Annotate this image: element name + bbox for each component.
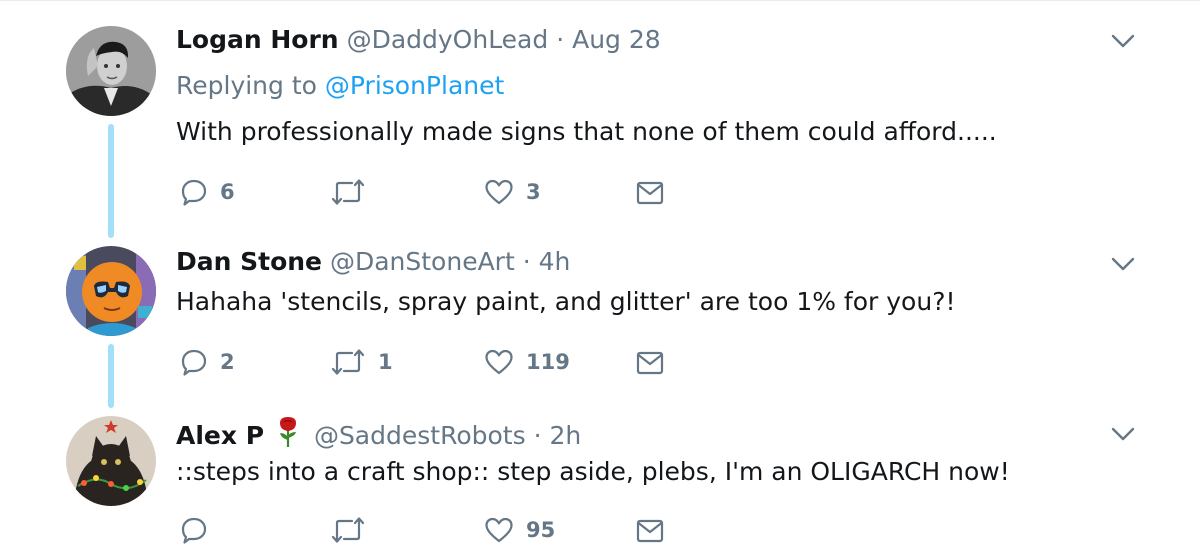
separator: · [556,25,565,54]
like-count: 119 [526,350,570,374]
reply-count: 6 [220,180,235,204]
timestamp[interactable]: 4h [539,247,571,276]
dm-icon [636,351,664,375]
reply-icon [181,179,207,206]
dm-icon [636,519,664,543]
chevron-down-icon[interactable] [1110,426,1136,442]
tweet-3[interactable]: Alex P @SaddestRobots · 2h ::steps into … [0,410,1200,560]
chevron-down-icon[interactable] [1110,256,1136,272]
like-count: 95 [526,518,556,542]
timestamp[interactable]: 2h [549,421,581,450]
separator: · [533,421,542,450]
display-name[interactable]: Alex P [176,421,264,450]
like-button[interactable]: 3 [484,178,541,206]
tweet-text: ::steps into a craft shop:: step aside, … [176,457,1010,486]
like-icon [485,349,513,375]
reply-icon [181,349,207,376]
avatar[interactable] [66,246,156,336]
dm-button[interactable] [636,180,664,206]
dm-button[interactable] [636,518,664,544]
retweet-icon [331,349,365,375]
handle[interactable]: @DaddyOhLead [347,25,549,54]
rose-icon [279,417,296,447]
like-icon [485,517,513,543]
like-count: 3 [526,180,541,204]
tweet-header: Alex P @SaddestRobots · 2h [176,416,581,452]
tweet-header: Dan Stone @DanStoneArt · 4h [176,246,570,278]
avatar[interactable] [66,416,156,506]
tweet-text: Hahaha 'stencils, spray paint, and glitt… [176,287,956,316]
replying-prefix: Replying to [176,71,317,100]
retweet-icon [331,179,365,205]
thread-line [108,344,114,408]
reply-button[interactable]: 6 [180,178,235,206]
retweet-button[interactable]: 1 [330,348,393,376]
like-icon [485,179,513,205]
separator: · [522,247,531,276]
retweet-count: 1 [378,350,393,374]
display-name[interactable]: Dan Stone [176,247,322,276]
like-button[interactable]: 95 [484,516,555,544]
replying-to: Replying to @PrisonPlanet [176,70,504,102]
dm-button[interactable] [636,350,664,376]
tweet-2[interactable]: Dan Stone @DanStoneArt · 4h Hahaha 'sten… [0,240,1200,410]
tweet-header: Logan Horn @DaddyOhLead · Aug 28 [176,24,661,56]
chevron-down-icon[interactable] [1110,33,1136,49]
handle[interactable]: @SaddestRobots [314,421,526,450]
retweet-icon [331,517,365,543]
tweet-text: With professionally made signs that none… [176,117,997,146]
mention-link[interactable]: @PrisonPlanet [325,71,504,100]
reply-icon [181,517,207,544]
reply-button[interactable]: 2 [180,348,235,376]
reply-count: 2 [220,350,235,374]
dm-icon [636,181,664,205]
tweet-1[interactable]: Logan Horn @DaddyOhLead · Aug 28 Replyin… [0,0,1200,240]
reply-button[interactable] [180,516,220,544]
timestamp[interactable]: Aug 28 [572,25,661,54]
display-name[interactable]: Logan Horn [176,25,339,54]
retweet-button[interactable] [330,516,378,544]
avatar[interactable] [66,26,156,116]
retweet-button[interactable] [330,178,378,206]
handle[interactable]: @DanStoneArt [330,247,515,276]
like-button[interactable]: 119 [484,348,570,376]
thread-line [108,124,114,238]
